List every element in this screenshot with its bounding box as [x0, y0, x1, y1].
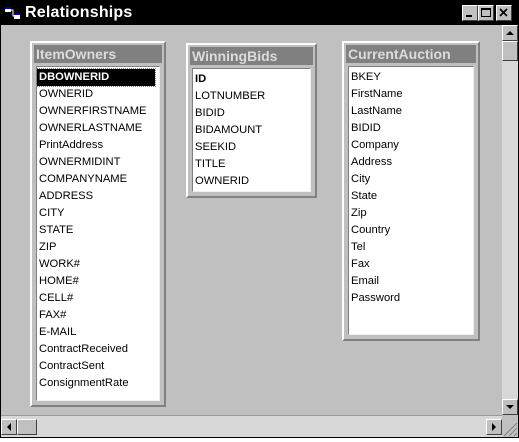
scroll-up-button[interactable]: [502, 25, 518, 41]
field-item[interactable]: LastName: [349, 103, 473, 120]
title-bar[interactable]: Relationships: [1, 1, 518, 25]
field-item[interactable]: BIDID: [349, 120, 473, 137]
table-item-owners[interactable]: ItemOwners DBOWNERID OWNERID OWNERFIRSTNAM…: [30, 41, 166, 407]
relationships-icon: [5, 7, 20, 19]
scroll-right-button[interactable]: [486, 419, 502, 435]
minimize-icon: [466, 15, 472, 17]
close-button[interactable]: [496, 5, 512, 21]
field-item[interactable]: ContractReceived: [37, 341, 159, 358]
field-item[interactable]: BIDAMOUNT: [193, 122, 310, 139]
close-icon: [499, 8, 508, 17]
horizontal-scrollbar[interactable]: [1, 415, 502, 437]
scroll-left-button[interactable]: [1, 419, 17, 435]
table-current-auction[interactable]: CurrentAuction BKEY FirstName LastName BIDI…: [342, 41, 480, 341]
field-item[interactable]: SEEKID: [193, 139, 310, 156]
field-item[interactable]: ID: [193, 71, 310, 88]
field-list[interactable]: ID LOTNUMBER BIDID BIDAMOUNT SEEKID TITLE OWNE…: [192, 68, 311, 192]
field-item[interactable]: WORK#: [37, 256, 159, 273]
field-item[interactable]: BIDID: [193, 105, 310, 122]
field-item[interactable]: CITY: [37, 205, 159, 222]
arrow-up-icon: [506, 31, 514, 35]
maximize-icon: [481, 8, 491, 17]
table-title[interactable]: ItemOwners: [34, 45, 162, 63]
size-grip[interactable]: [502, 415, 518, 437]
field-item[interactable]: CELL#: [37, 290, 159, 307]
field-item[interactable]: OWNERMIDINT: [37, 154, 159, 171]
window-title: Relationships: [25, 4, 133, 21]
arrow-down-icon: [506, 405, 514, 409]
field-list[interactable]: BKEY FirstName LastName BIDID Company Address…: [348, 66, 474, 335]
field-item[interactable]: BKEY: [349, 69, 473, 86]
relationships-canvas[interactable]: ItemOwners DBOWNERID OWNERID OWNERFIRSTNAM…: [1, 25, 502, 415]
field-item[interactable]: Company: [349, 137, 473, 154]
field-item[interactable]: PrintAddress: [37, 137, 159, 154]
scroll-down-button[interactable]: [502, 399, 518, 415]
field-item[interactable]: Tel: [349, 239, 473, 256]
field-list[interactable]: DBOWNERID OWNERID OWNERFIRSTNAME OWNERLASTN…: [36, 66, 160, 401]
field-item[interactable]: HOME#: [37, 273, 159, 290]
field-item[interactable]: TITLE: [193, 156, 310, 173]
field-item[interactable]: Password: [349, 290, 473, 307]
vertical-scroll-thumb[interactable]: [502, 41, 518, 61]
maximize-button[interactable]: [478, 5, 494, 21]
field-item[interactable]: Fax: [349, 256, 473, 273]
horizontal-scroll-thumb[interactable]: [17, 419, 37, 435]
field-item[interactable]: City: [349, 171, 473, 188]
field-item[interactable]: State: [349, 188, 473, 205]
field-item[interactable]: Address: [349, 154, 473, 171]
field-item[interactable]: OWNERID: [193, 173, 310, 190]
table-winning-bids[interactable]: WinningBids ID LOTNUMBER BIDID BIDAMOUNT SEE…: [186, 43, 317, 198]
field-item[interactable]: STATE: [37, 222, 159, 239]
arrow-left-icon: [7, 423, 11, 431]
field-item[interactable]: FAX#: [37, 307, 159, 324]
table-title[interactable]: CurrentAuction: [346, 45, 476, 63]
field-item[interactable]: OWNERID: [37, 86, 159, 103]
field-item[interactable]: ConsignmentRate: [37, 375, 159, 392]
field-item[interactable]: OWNERLASTNAME: [37, 120, 159, 137]
field-item[interactable]: OWNERFIRSTNAME: [37, 103, 159, 120]
field-item[interactable]: ZIP: [37, 239, 159, 256]
field-item[interactable]: ContractSent: [37, 358, 159, 375]
field-item[interactable]: FirstName: [349, 86, 473, 103]
field-item[interactable]: COMPANYNAME: [37, 171, 159, 188]
table-title[interactable]: WinningBids: [190, 47, 313, 65]
size-grip-icon: [503, 422, 518, 437]
minimize-button[interactable]: [462, 5, 478, 21]
field-item[interactable]: Email: [349, 273, 473, 290]
field-item[interactable]: Country: [349, 222, 473, 239]
arrow-right-icon: [492, 423, 496, 431]
vertical-scrollbar[interactable]: [502, 25, 518, 415]
field-item[interactable]: E-MAIL: [37, 324, 159, 341]
field-item[interactable]: DBOWNERID: [37, 68, 156, 87]
field-item[interactable]: ADDRESS: [37, 188, 159, 205]
field-item[interactable]: LOTNUMBER: [193, 88, 310, 105]
relationships-window: Relationships ItemOwners DBOWNERID OWNERI…: [0, 0, 519, 438]
field-item[interactable]: Zip: [349, 205, 473, 222]
